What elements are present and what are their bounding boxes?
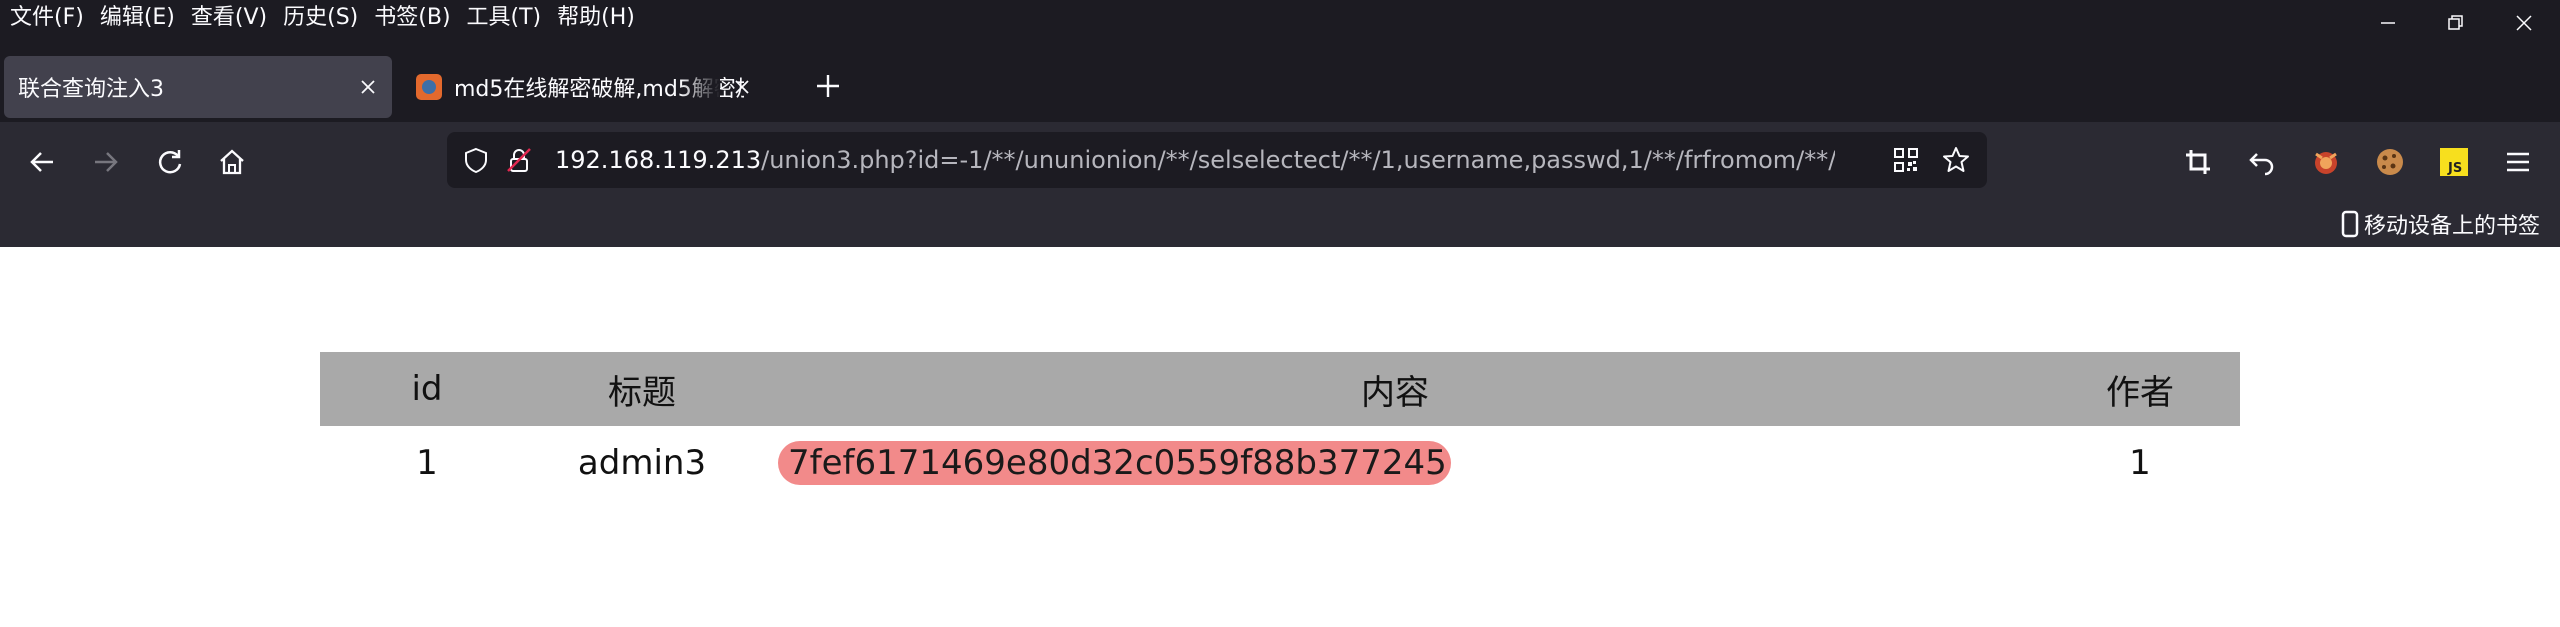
cell-id: 1	[416, 443, 438, 483]
js-extension-button[interactable]: JS	[2430, 138, 2478, 186]
home-icon	[220, 149, 244, 175]
app-menu-button[interactable]	[2494, 138, 2542, 186]
undo-icon	[2249, 153, 2274, 176]
close-window-button[interactable]	[2490, 0, 2558, 46]
tab-union-injection[interactable]: 联合查询注入3	[4, 56, 392, 118]
tab-md5-decrypt[interactable]: md5在线解密破解,md5解密加密	[408, 56, 778, 118]
cell-title: admin3	[577, 443, 707, 483]
browser-chrome: 文件(F) 编辑(E) 查看(V) 历史(S) 书签(B) 工具(T) 帮助(H…	[0, 0, 2560, 247]
close-icon	[361, 80, 375, 94]
close-icon	[2516, 15, 2532, 31]
home-button[interactable]	[208, 138, 256, 186]
tab-fade	[680, 56, 720, 118]
url-text[interactable]: 192.168.119.213/union3.php?id=-1/**/unun…	[555, 132, 1835, 188]
menu-view[interactable]: 查看(V)	[181, 0, 273, 36]
url-bar[interactable]: 192.168.119.213/union3.php?id=-1/**/unun…	[447, 132, 1987, 188]
header-author: 作者	[2040, 352, 2240, 426]
table-header-row: id 标题 内容 作者	[320, 352, 2240, 426]
js-extension-icon: JS	[2440, 148, 2468, 176]
mobile-device-icon	[2341, 210, 2359, 238]
undo-button[interactable]	[2238, 138, 2286, 186]
new-tab-button[interactable]	[804, 62, 852, 110]
menu-bookmarks[interactable]: 书签(B)	[364, 0, 456, 36]
minimize-icon	[2381, 22, 2395, 24]
md5-favicon-icon	[416, 74, 442, 100]
insecure-lock-icon[interactable]	[505, 146, 533, 174]
close-icon	[735, 80, 749, 94]
extension-button[interactable]	[2302, 138, 2350, 186]
forward-arrow-icon	[95, 152, 118, 172]
menu-history[interactable]: 历史(S)	[273, 0, 364, 36]
bookmark-star-icon[interactable]	[1941, 145, 1971, 175]
restore-icon	[2448, 15, 2463, 30]
tab-title: 联合查询注入3	[18, 77, 164, 102]
minimize-button[interactable]	[2354, 0, 2422, 46]
cell-content: 7fef6171469e80d32c0559f88b377245	[750, 426, 2040, 500]
back-button[interactable]	[18, 138, 66, 186]
header-id: id	[320, 352, 534, 426]
extension-icon	[2315, 152, 2337, 174]
forward-button[interactable]	[82, 138, 130, 186]
header-title: 标题	[534, 352, 750, 426]
reload-button[interactable]	[146, 138, 194, 186]
table-row: 1 admin3 7fef6171469e80d32c0559f88b37724…	[320, 426, 2240, 500]
plus-icon	[817, 75, 839, 97]
crop-icon	[2186, 150, 2210, 174]
shield-icon[interactable]	[463, 147, 489, 173]
screenshot-button[interactable]	[2174, 138, 2222, 186]
url-path: /union3.php?id=-1/**/ununionion/**/selse…	[761, 146, 1835, 174]
url-host: 192.168.119.213	[555, 146, 762, 174]
results-table: id 标题 内容 作者 1 admin3 7fef6171469e80d32c0…	[320, 352, 2240, 500]
tab-close-button[interactable]	[354, 73, 382, 101]
menu-tools[interactable]: 工具(T)	[457, 0, 548, 36]
highlighted-hash: 7fef6171469e80d32c0559f88b377245	[778, 441, 1451, 485]
mobile-bookmarks-label: 移动设备上的书签	[2363, 214, 2540, 239]
navigation-toolbar: 192.168.119.213/union3.php?id=-1/**/unun…	[0, 122, 2560, 202]
back-arrow-icon	[30, 152, 53, 172]
bookmarks-toolbar: 移动设备上的书签	[0, 202, 2560, 247]
tab-close-button[interactable]	[728, 73, 756, 101]
menu-file[interactable]: 文件(F)	[0, 0, 90, 36]
cell-author: 1	[2129, 443, 2151, 483]
cookie-extension-button[interactable]	[2366, 138, 2414, 186]
menu-help[interactable]: 帮助(H)	[547, 0, 641, 36]
tab-strip: 联合查询注入3 md5在线解密破解,md5解密加密	[0, 50, 2560, 122]
menu-icon	[2507, 152, 2529, 172]
menu-bar: 文件(F) 编辑(E) 查看(V) 历史(S) 书签(B) 工具(T) 帮助(H…	[0, 0, 641, 36]
mobile-bookmarks-folder[interactable]: 移动设备上的书签	[2340, 206, 2540, 242]
menu-edit[interactable]: 编辑(E)	[90, 0, 181, 36]
page-content: id 标题 内容 作者 1 admin3 7fef6171469e80d32c0…	[0, 247, 2560, 627]
header-content: 内容	[750, 352, 2040, 426]
restore-button[interactable]	[2422, 0, 2490, 46]
reload-icon	[158, 150, 182, 174]
svg-text:JS: JS	[2447, 161, 2462, 176]
cookie-icon	[2377, 149, 2403, 175]
qr-code-icon[interactable]	[1893, 147, 1919, 173]
